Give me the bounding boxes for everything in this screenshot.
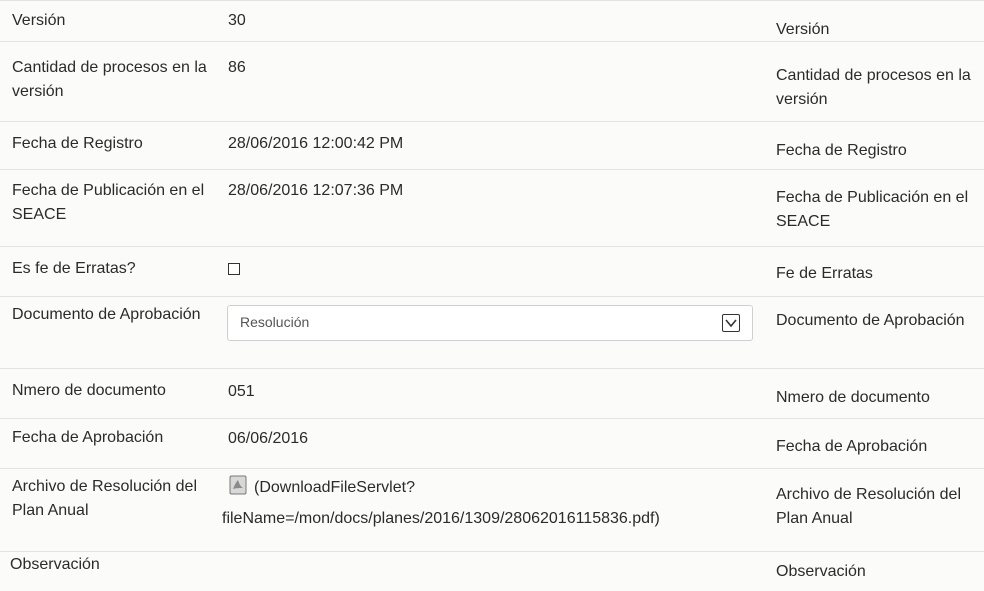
plan-version-details: Versión 30 Versión Cantidad de procesos …	[0, 0, 984, 591]
value-version: 30	[228, 12, 246, 29]
documento-aprobacion-selected: Resolución	[240, 314, 310, 330]
label-fecha-registro: Fecha de Registro	[12, 135, 143, 152]
label-right-archivo-resolucion: Archivo de Resolución del Plan Anual	[776, 486, 961, 527]
label-right-version: Versión	[776, 21, 830, 38]
label-archivo-resolucion: Archivo de Resolución del Plan Anual	[12, 478, 197, 519]
archivo-link-line2[interactable]: fileName=/mon/docs/planes/2016/1309/2806…	[222, 507, 660, 531]
chevron-down-icon[interactable]	[722, 314, 740, 332]
row-fecha-publicacion: Fecha de Publicación en el SEACE 28/06/2…	[0, 170, 984, 247]
row-observacion: Observación Observación	[0, 552, 984, 591]
row-version: Versión 30 Versión	[0, 0, 984, 42]
label-right-fe-erratas: Fe de Erratas	[776, 265, 873, 282]
label-right-fecha-publicacion: Fecha de Publicación en el SEACE	[776, 189, 969, 230]
label-documento-aprobacion: Documento de Aprobación	[12, 306, 201, 323]
label-cantidad-procesos: Cantidad de procesos en la versión	[12, 59, 207, 100]
label-fe-erratas: Es fe de Erratas?	[12, 260, 136, 277]
row-cantidad-procesos: Cantidad de procesos en la versión 86 Ca…	[0, 42, 984, 122]
label-right-fecha-registro: Fecha de Registro	[776, 142, 907, 159]
label-right-fecha-aprobacion: Fecha de Aprobación	[776, 438, 928, 455]
fe-erratas-checkbox[interactable]	[228, 262, 240, 275]
label-fecha-publicacion: Fecha de Publicación en el SEACE	[12, 182, 205, 223]
label-fecha-aprobacion: Fecha de Aprobación	[12, 429, 164, 446]
archivo-link-line1[interactable]: (DownloadFileServlet?	[254, 479, 415, 496]
value-numero-documento: 051	[228, 383, 255, 400]
value-cantidad-procesos: 86	[228, 59, 246, 76]
label-version: Versión	[12, 12, 66, 29]
label-right-cantidad-procesos: Cantidad de procesos en la versión	[776, 67, 971, 108]
label-observacion: Observación	[10, 556, 100, 573]
archivo-resolucion-link[interactable]: (DownloadFileServlet? fileName=/mon/docs…	[222, 475, 776, 527]
row-fecha-aprobacion: Fecha de Aprobación 06/06/2016 Fecha de …	[0, 419, 984, 469]
row-numero-documento: Nmero de documento 051 Nmero de document…	[0, 369, 984, 419]
value-fecha-publicacion: 28/06/2016 12:07:36 PM	[228, 182, 404, 199]
value-fecha-registro: 28/06/2016 12:00:42 PM	[228, 135, 404, 152]
documento-aprobacion-select[interactable]: Resolución	[227, 305, 753, 341]
row-archivo-resolucion: Archivo de Resolución del Plan Anual (Do…	[0, 469, 984, 552]
label-right-numero-documento: Nmero de documento	[776, 389, 930, 406]
row-fe-erratas: Es fe de Erratas? Fe de Erratas	[0, 247, 984, 297]
label-right-observacion: Observación	[776, 563, 866, 580]
value-fecha-aprobacion: 06/06/2016	[228, 430, 309, 447]
label-numero-documento: Nmero de documento	[12, 382, 166, 399]
fe-erratas-checkbox-wrap	[228, 257, 768, 281]
pdf-file-icon[interactable]	[228, 475, 248, 495]
label-right-documento-aprobacion: Documento de Aprobación	[776, 312, 965, 329]
row-fecha-registro: Fecha de Registro 28/06/2016 12:00:42 PM…	[0, 122, 984, 170]
row-documento-aprobacion: Documento de Aprobación Resolución Docum…	[0, 297, 984, 369]
